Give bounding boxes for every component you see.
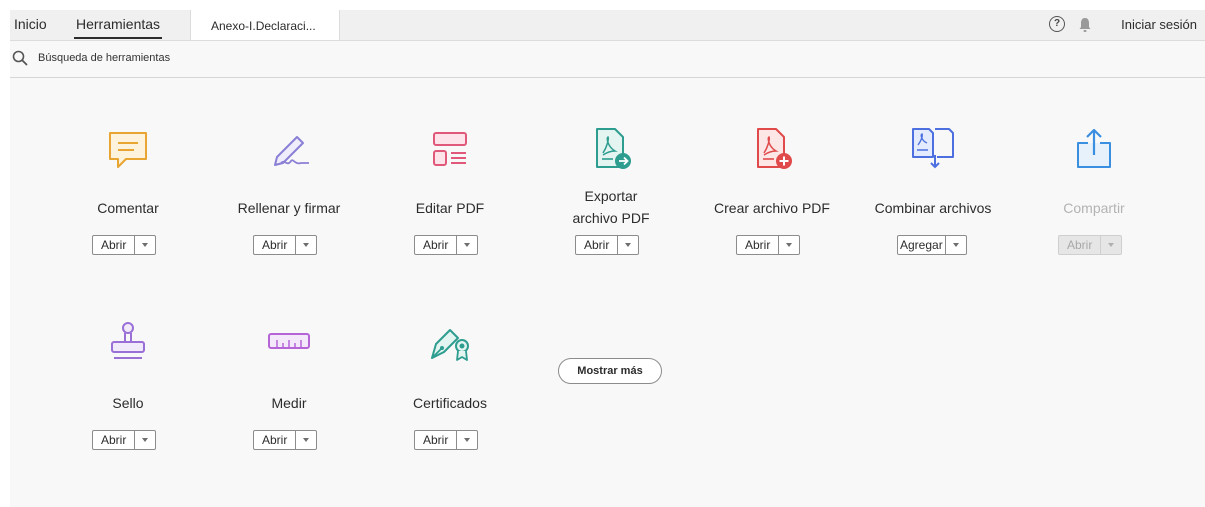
tool-combine-files: Combinar archivos Agregar — [853, 125, 1013, 255]
tool-measure: Medir Abrir — [209, 320, 369, 450]
export-pdf-icon[interactable] — [587, 125, 635, 173]
dropdown-arrow-icon[interactable] — [617, 236, 638, 254]
tool-fill-sign: Rellenar y firmar Abrir — [209, 125, 369, 255]
tool-label: Comentar — [97, 200, 159, 216]
dropdown-arrow-icon[interactable] — [456, 236, 477, 254]
tool-label: Editar PDF — [415, 200, 485, 216]
open-button-label: Abrir — [745, 238, 771, 252]
show-more-button[interactable]: Mostrar más — [558, 358, 662, 384]
search-icon — [12, 50, 28, 66]
tool-comment: Comentar Abrir — [48, 125, 208, 255]
document-tab[interactable]: Anexo-I.Declaraci... — [190, 10, 340, 40]
open-button-label: Abrir — [262, 433, 288, 447]
bell-icon[interactable] — [1077, 16, 1093, 34]
tool-create-pdf: Crear archivo PDF Abrir — [692, 125, 852, 255]
dropdown-arrow-icon — [1100, 236, 1121, 254]
stamp-icon[interactable] — [104, 320, 152, 368]
tool-label: Exportar archivo PDF — [572, 188, 650, 226]
open-button[interactable]: Abrir — [575, 235, 640, 255]
dropdown-arrow-icon[interactable] — [456, 431, 477, 449]
fill-sign-icon[interactable] — [265, 127, 313, 175]
open-button-label: Abrir — [262, 238, 288, 252]
dropdown-arrow-icon[interactable] — [134, 431, 155, 449]
open-button-label: Abrir — [101, 433, 127, 447]
open-button[interactable]: Abrir — [736, 235, 801, 255]
certificate-icon[interactable] — [426, 320, 474, 368]
comment-icon[interactable] — [104, 127, 152, 175]
open-button-label: Abrir — [1067, 238, 1093, 252]
open-button[interactable]: Abrir — [253, 430, 318, 450]
dropdown-arrow-icon[interactable] — [944, 236, 966, 254]
open-button-label: Abrir — [423, 238, 449, 252]
edit-pdf-icon[interactable] — [426, 127, 474, 175]
tool-certificates: Certificados Abrir — [370, 320, 530, 450]
help-icon[interactable]: ? — [1049, 16, 1065, 32]
dropdown-arrow-icon[interactable] — [295, 236, 316, 254]
open-button[interactable]: Abrir — [92, 235, 157, 255]
nav-tab-home[interactable]: Inicio — [14, 10, 47, 40]
dropdown-arrow-icon[interactable] — [778, 236, 799, 254]
tool-label: Certificados — [413, 395, 487, 411]
tool-export-pdf: Exportar archivo PDF Abrir — [531, 125, 691, 255]
tool-label: Rellenar y firmar — [237, 200, 341, 216]
open-button[interactable]: Abrir — [253, 235, 318, 255]
tool-stamp: Sello Abrir — [48, 320, 208, 450]
dropdown-arrow-icon[interactable] — [295, 431, 316, 449]
tool-label: Medir — [271, 395, 307, 411]
measure-icon[interactable] — [265, 320, 313, 368]
nav-tab-tools[interactable]: Herramientas — [73, 10, 163, 40]
add-button-label: Agregar — [900, 238, 943, 252]
dropdown-arrow-icon[interactable] — [134, 236, 155, 254]
app-window: Inicio Herramientas Anexo-I.Declaraci...… — [10, 10, 1205, 507]
tool-label: Sello — [112, 395, 144, 411]
open-button[interactable]: Abrir — [92, 430, 157, 450]
open-button-label: Abrir — [101, 238, 127, 252]
create-pdf-icon[interactable] — [748, 125, 796, 173]
search-input[interactable] — [38, 47, 338, 69]
add-button[interactable]: Agregar — [897, 235, 967, 255]
tool-edit-pdf: Editar PDF Abrir — [370, 125, 530, 255]
combine-files-icon[interactable] — [909, 125, 957, 173]
open-button: Abrir — [1058, 235, 1123, 255]
share-icon — [1077, 128, 1111, 168]
tool-label: Crear archivo PDF — [714, 200, 830, 216]
open-button-label: Abrir — [423, 433, 449, 447]
open-button[interactable]: Abrir — [414, 235, 479, 255]
tool-label: Combinar archivos — [874, 200, 992, 216]
top-bar: Inicio Herramientas Anexo-I.Declaraci...… — [10, 10, 1205, 41]
search-bar — [10, 41, 1205, 78]
open-button-label: Abrir — [584, 238, 610, 252]
tool-share: Compartir Abrir — [1014, 125, 1174, 255]
open-button[interactable]: Abrir — [414, 430, 479, 450]
signin-link[interactable]: Iniciar sesión — [1121, 10, 1197, 40]
tool-label: Compartir — [1063, 200, 1125, 216]
